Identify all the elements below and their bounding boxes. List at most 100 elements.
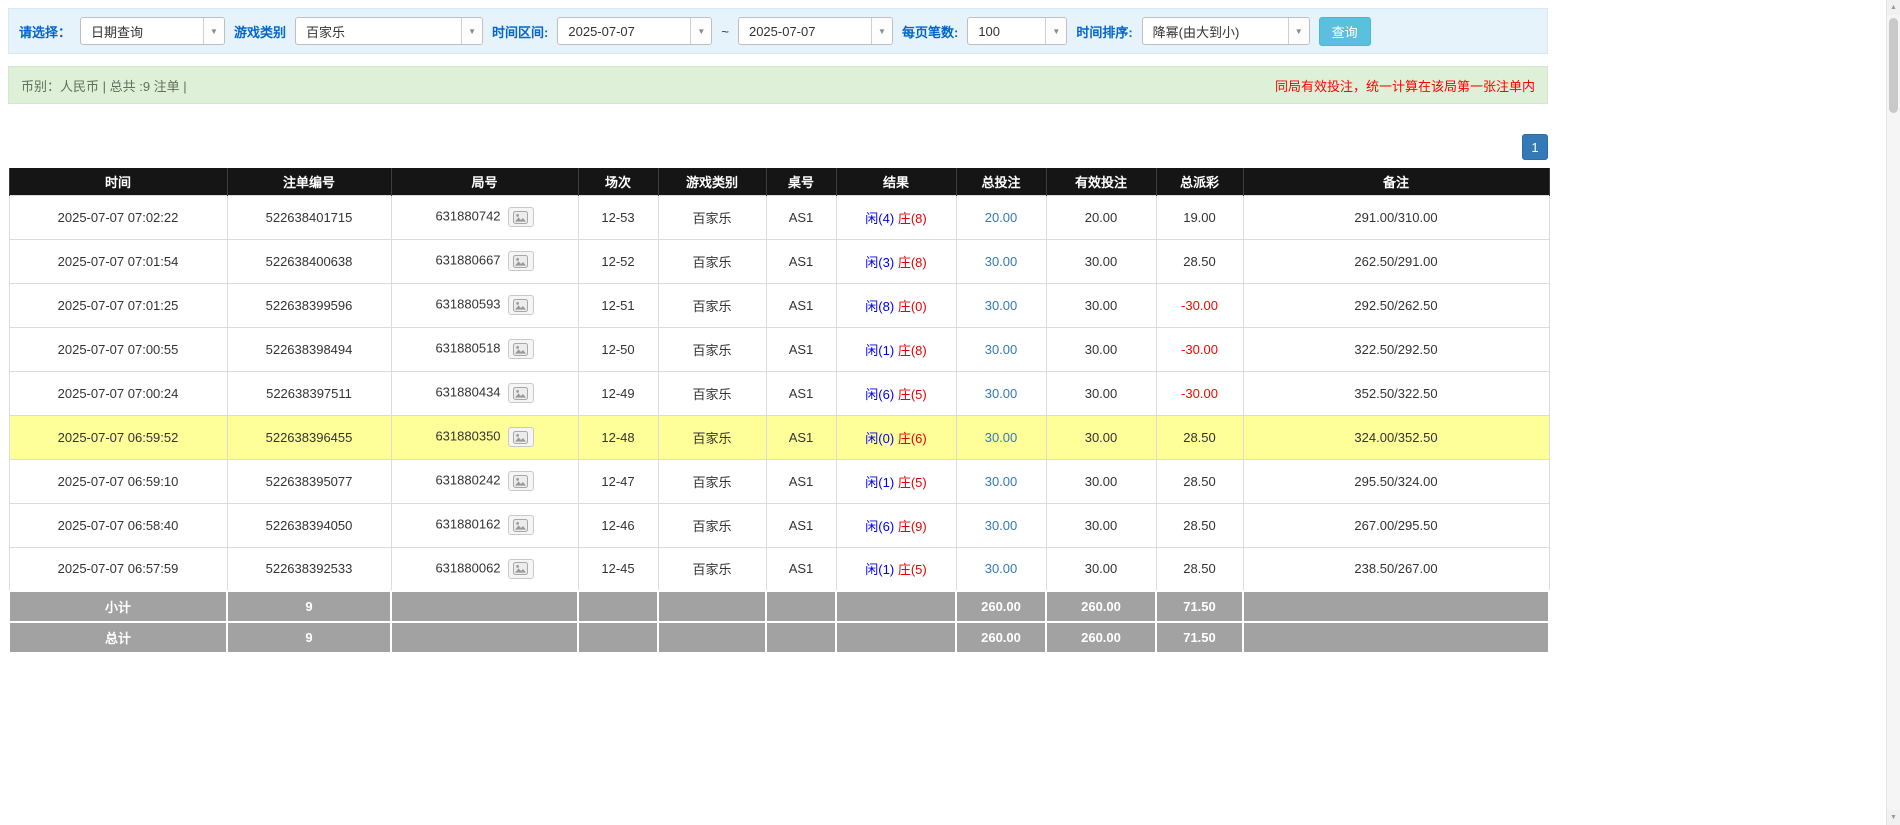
- cell-round-no: 631880162: [390, 502, 579, 548]
- total-bet-link[interactable]: 30.00: [985, 386, 1018, 401]
- search-button[interactable]: 查询: [1318, 16, 1371, 46]
- cell-valid-bet: 30.00: [1045, 546, 1157, 592]
- cell-payout: -30.00: [1155, 370, 1244, 416]
- total-bet-link[interactable]: 30.00: [985, 430, 1018, 445]
- scroll-up-icon[interactable]: ▲: [1887, 0, 1900, 15]
- cell-session: 12-46: [577, 502, 659, 548]
- page-size-label: 每页笔数:: [901, 24, 959, 40]
- sort-select[interactable]: 降幂(由大到小) ▼: [1141, 17, 1310, 45]
- page-size-value: 100: [978, 23, 1001, 39]
- table-row: 2025-07-07 07:00:24 522638397511 631880434…: [8, 370, 1550, 416]
- col-result: 结果: [835, 168, 957, 195]
- game-category-value: 百家乐: [306, 24, 346, 40]
- notice-text: 同局有效投注，统一计算在该局第一张注单内: [1274, 78, 1535, 94]
- chevron-down-icon: ▼: [690, 18, 712, 44]
- round-video-icon[interactable]: [507, 515, 534, 535]
- total-bet-link[interactable]: 30.00: [985, 474, 1018, 489]
- cell-time: 2025-07-07 07:01:25: [8, 282, 228, 328]
- result-banker: 庄(5): [897, 562, 927, 578]
- table-header: 时间 注单编号 局号 场次 游戏类别 桌号 结果 总投注 有效投注 总派彩 备注: [8, 168, 1550, 195]
- result-player: 闲(6): [865, 386, 895, 402]
- round-video-icon[interactable]: [507, 558, 534, 579]
- cell-session: 12-51: [577, 282, 659, 328]
- total-bet-link[interactable]: 30.00: [985, 342, 1018, 357]
- total-bet-link[interactable]: 30.00: [985, 561, 1018, 576]
- sort-value: 降幂(由大到小): [1152, 24, 1240, 40]
- cell-total-bet: 30.00: [955, 546, 1047, 592]
- result-banker: 庄(8): [897, 342, 927, 358]
- cell-game-type: 百家乐: [657, 238, 767, 284]
- cell-result: 闲(8) 庄(0): [835, 282, 957, 328]
- date-to-value: 2025-07-07: [748, 23, 816, 39]
- result-player: 闲(0): [865, 430, 895, 446]
- cell-valid-bet: 30.00: [1045, 502, 1157, 548]
- round-video-icon[interactable]: [507, 339, 534, 359]
- cell-note: 292.50/262.50: [1242, 282, 1550, 328]
- range-separator: ~: [721, 23, 729, 39]
- footer-empty-cell: [657, 590, 767, 623]
- cell-note: 262.50/291.00: [1242, 238, 1550, 284]
- round-video-icon[interactable]: [507, 251, 534, 271]
- date-from-select[interactable]: 2025-07-07 ▼: [557, 17, 713, 45]
- round-video-icon[interactable]: [507, 207, 534, 227]
- cell-total-bet: 30.00: [955, 414, 1047, 460]
- query-type-value: 日期查询: [91, 24, 144, 40]
- cell-valid-bet: 30.00: [1045, 282, 1157, 328]
- result-banker: 庄(0): [897, 298, 927, 314]
- cell-session: 12-50: [577, 326, 659, 372]
- round-video-icon[interactable]: [507, 383, 534, 403]
- cell-note: 322.50/292.50: [1242, 326, 1550, 372]
- currency-summary: 币别：人民币 | 总共 :9 注单 |: [21, 78, 187, 94]
- table-row: 2025-07-07 06:59:52 522638396455 631880350…: [8, 414, 1550, 460]
- scrollbar-thumb[interactable]: [1889, 18, 1898, 113]
- footer-empty-cell: [1242, 590, 1550, 623]
- cell-valid-bet: 30.00: [1045, 414, 1157, 460]
- vertical-scrollbar[interactable]: ▲ ▼: [1886, 0, 1900, 825]
- date-to-select[interactable]: 2025-07-07 ▼: [737, 17, 893, 45]
- cell-total-bet: 30.00: [955, 502, 1047, 548]
- total-bet-link[interactable]: 30.00: [985, 254, 1018, 269]
- game-category-select[interactable]: 百家乐 ▼: [295, 17, 484, 45]
- round-video-icon[interactable]: [507, 471, 534, 491]
- cell-total-bet: 20.00: [955, 194, 1047, 240]
- table-row: 2025-07-07 07:02:22 522638401715 631880742…: [8, 194, 1550, 240]
- cell-round-no: 631880518: [390, 326, 579, 372]
- cell-session: 12-52: [577, 238, 659, 284]
- cell-result: 闲(1) 庄(8): [835, 326, 957, 372]
- total-bet-link[interactable]: 30.00: [985, 518, 1018, 533]
- grand-total-valid-bet: 260.00: [1045, 621, 1157, 654]
- cell-table-no: AS1: [765, 370, 837, 416]
- cell-bet-no: 522638395077: [226, 458, 392, 504]
- footer-empty-cell: [390, 590, 579, 623]
- result-player: 闲(4): [865, 210, 895, 226]
- total-bet-link[interactable]: 30.00: [985, 298, 1018, 313]
- query-type-select[interactable]: 日期查询 ▼: [80, 17, 226, 45]
- game-category-label: 游戏类别: [234, 24, 287, 40]
- footer-empty-cell: [657, 621, 767, 654]
- cell-bet-no: 522638394050: [226, 502, 392, 548]
- cell-time: 2025-07-07 06:59:10: [8, 458, 228, 504]
- round-video-icon[interactable]: [507, 295, 534, 315]
- total-bet-link[interactable]: 20.00: [985, 210, 1018, 225]
- footer-empty-cell: [577, 621, 659, 654]
- cell-session: 12-48: [577, 414, 659, 460]
- cell-round-no: 631880434: [390, 370, 579, 416]
- result-banker: 庄(5): [897, 474, 927, 490]
- cell-game-type: 百家乐: [657, 282, 767, 328]
- cell-result: 闲(6) 庄(9): [835, 502, 957, 548]
- result-banker: 庄(5): [897, 386, 927, 402]
- info-bar: 币别：人民币 | 总共 :9 注单 | 同局有效投注，统一计算在该局第一张注单内: [8, 66, 1548, 104]
- table-row: 2025-07-07 06:58:40 522638394050 631880162…: [8, 502, 1550, 548]
- scroll-down-icon[interactable]: ▼: [1887, 810, 1900, 825]
- cell-game-type: 百家乐: [657, 326, 767, 372]
- result-banker: 庄(6): [897, 430, 927, 446]
- round-video-icon[interactable]: [507, 427, 534, 447]
- result-player: 闲(6): [865, 518, 895, 534]
- footer-empty-cell: [1242, 621, 1550, 654]
- cell-table-no: AS1: [765, 502, 837, 548]
- page-number-button[interactable]: 1: [1522, 134, 1548, 160]
- page-size-select[interactable]: 100 ▼: [967, 17, 1068, 45]
- col-game-type: 游戏类别: [657, 168, 767, 195]
- cell-bet-no: 522638392533: [226, 546, 392, 592]
- cell-total-bet: 30.00: [955, 458, 1047, 504]
